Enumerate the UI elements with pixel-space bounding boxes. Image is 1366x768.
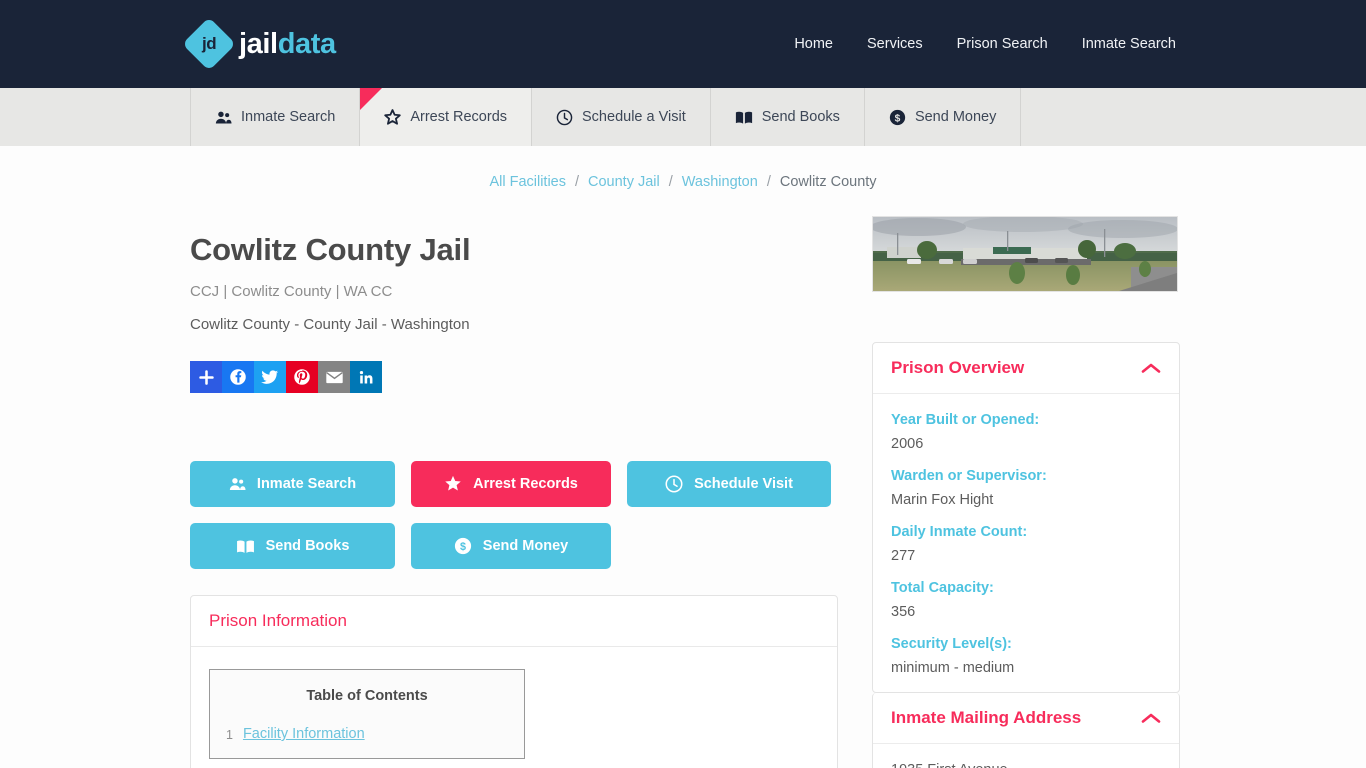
nav-item-services[interactable]: Services (867, 36, 923, 52)
logo-diamond-icon: jd (182, 17, 236, 71)
fact-label-year-built: Year Built or Opened: (891, 412, 1040, 428)
breadcrumb-item-county-jail[interactable]: County Jail (588, 174, 660, 190)
fact-label-security-level: Security Level(s): (891, 636, 1012, 652)
action-label: Send Money (482, 538, 569, 554)
breadcrumb-separator: / (766, 174, 771, 190)
tab-arrest-records[interactable]: Arrest Records (360, 88, 533, 146)
nav-item-inmate-search[interactable]: Inmate Search (1082, 36, 1176, 52)
logo-wordmark: jaildata (239, 28, 336, 61)
page-title: Cowlitz County Jail (190, 232, 471, 267)
nav-item-prison-search[interactable]: Prison Search (957, 36, 1048, 52)
chevron-up-icon[interactable] (1141, 712, 1161, 724)
action-label: Arrest Records (473, 476, 578, 492)
address-line: 1935 First Avenue (891, 762, 1161, 768)
tab-schedule-a-visit[interactable]: Schedule a Visit (532, 88, 711, 146)
toc-item-number: 1 (226, 728, 233, 742)
fact-value-security-level: minimum - medium (891, 660, 1015, 676)
toc-link-facility-information[interactable]: Facility Information (243, 726, 365, 742)
breadcrumb-item-all-facilities[interactable]: All Facilities (489, 174, 566, 190)
email-icon[interactable] (318, 361, 350, 393)
inmate-mailing-address-header[interactable]: Inmate Mailing Address (873, 693, 1179, 744)
breadcrumb: All Facilities / County Jail / Washingto… (190, 146, 1176, 190)
content-row: Cowlitz County Jail CCJ | Cowlitz County… (190, 190, 1180, 768)
fact-value-year-built: 2006 (891, 436, 924, 452)
action-label: Inmate Search (256, 476, 357, 492)
logo-mark-text: jd (201, 33, 217, 53)
tab-label: Send Money (914, 109, 997, 125)
tab-send-books[interactable]: Send Books (711, 88, 865, 146)
tab-label: Send Books (761, 109, 840, 125)
action-label: Send Books (265, 538, 350, 554)
action-inmate-search-button[interactable]: Inmate Search (190, 461, 395, 507)
social-share-bar (190, 361, 838, 393)
prison-overview-panel: Prison Overview Year Built or Opened: 20… (872, 342, 1180, 693)
chevron-up-icon[interactable] (1141, 362, 1161, 374)
book-icon (735, 110, 753, 125)
tab-send-money[interactable]: $ Send Money (865, 88, 1022, 146)
users-icon (215, 110, 232, 125)
clock-icon (556, 109, 573, 126)
breadcrumb-separator: / (668, 174, 673, 190)
fact-value-daily-inmate-count: 277 (891, 548, 916, 564)
breadcrumb-item-washington[interactable]: Washington (682, 174, 758, 190)
svg-text:$: $ (460, 541, 466, 553)
facility-photo (872, 216, 1178, 292)
action-label: Schedule Visit (694, 476, 793, 492)
prison-overview-body: Year Built or Opened: 2006 Warden or Sup… (873, 394, 1179, 692)
action-arrest-records-button[interactable]: Arrest Records (411, 461, 611, 507)
tab-label: Schedule a Visit (582, 109, 686, 125)
dollar-circle-icon: $ (889, 109, 906, 126)
nav-item-home[interactable]: Home (794, 36, 833, 52)
secondary-tab-bar: Inmate Search Arrest Records Schedule a … (0, 88, 1366, 146)
list-item: 1 Facility Information (226, 726, 508, 742)
inmate-mailing-address-body: 1935 First Avenue (873, 744, 1179, 768)
action-send-money-button[interactable]: $ Send Money (411, 523, 611, 569)
action-schedule-visit-button[interactable]: Schedule Visit (627, 461, 831, 507)
logo-word-data: data (277, 27, 336, 60)
inmate-mailing-address-title: Inmate Mailing Address (891, 708, 1082, 727)
fact-label-total-capacity: Total Capacity: (891, 580, 994, 596)
inmate-mailing-address-panel: Inmate Mailing Address 1935 First Avenue (872, 693, 1180, 768)
fact-value-warden: Marin Fox Hight (891, 492, 994, 508)
action-buttons: Inmate Search Arrest Records Schedule Vi… (190, 461, 838, 569)
logo-word-jail: jail (239, 27, 278, 60)
tab-label: Inmate Search (241, 109, 336, 125)
main-column: Cowlitz County Jail CCJ | Cowlitz County… (190, 190, 838, 768)
prison-information-header: Prison Information (191, 596, 837, 647)
star-icon (384, 108, 402, 126)
sidebar: Prison Overview Year Built or Opened: 20… (872, 190, 1180, 768)
table-of-contents-title: Table of Contents (306, 688, 428, 704)
logo[interactable]: jd jaildata (182, 17, 336, 71)
table-of-contents: Table of Contents 1 Facility Information (209, 669, 525, 759)
share-icon[interactable] (190, 361, 222, 393)
site-header: jd jaildata Home Services Prison Search … (0, 0, 1366, 88)
tab-inmate-search[interactable]: Inmate Search (190, 88, 361, 146)
tab-label: Arrest Records (410, 109, 508, 125)
main-navigation: Home Services Prison Search Inmate Searc… (794, 36, 1176, 52)
prison-information-title: Prison Information (209, 611, 347, 630)
twitter-icon[interactable] (254, 361, 286, 393)
svg-text:$: $ (895, 113, 901, 124)
action-send-books-button[interactable]: Send Books (190, 523, 395, 569)
breadcrumb-separator: / (574, 174, 580, 190)
prison-overview-header[interactable]: Prison Overview (873, 343, 1179, 394)
fact-label-daily-inmate-count: Daily Inmate Count: (891, 524, 1028, 540)
breadcrumb-item-current: Cowlitz County (779, 174, 877, 190)
facility-description: Cowlitz County - County Jail - Washingto… (190, 316, 470, 333)
pinterest-icon[interactable] (286, 361, 318, 393)
facebook-icon[interactable] (222, 361, 254, 393)
prison-overview-title: Prison Overview (891, 358, 1025, 377)
facility-codes: CCJ | Cowlitz County | WA CC (190, 283, 393, 300)
linkedin-icon[interactable] (350, 361, 382, 393)
facility-photo-image (873, 217, 1177, 291)
fact-label-warden: Warden or Supervisor: (891, 468, 1047, 484)
prison-information-body: Table of Contents 1 Facility Information (191, 647, 837, 768)
fact-value-total-capacity: 356 (891, 604, 916, 620)
prison-information-card: Prison Information Table of Contents 1 F… (190, 595, 838, 768)
